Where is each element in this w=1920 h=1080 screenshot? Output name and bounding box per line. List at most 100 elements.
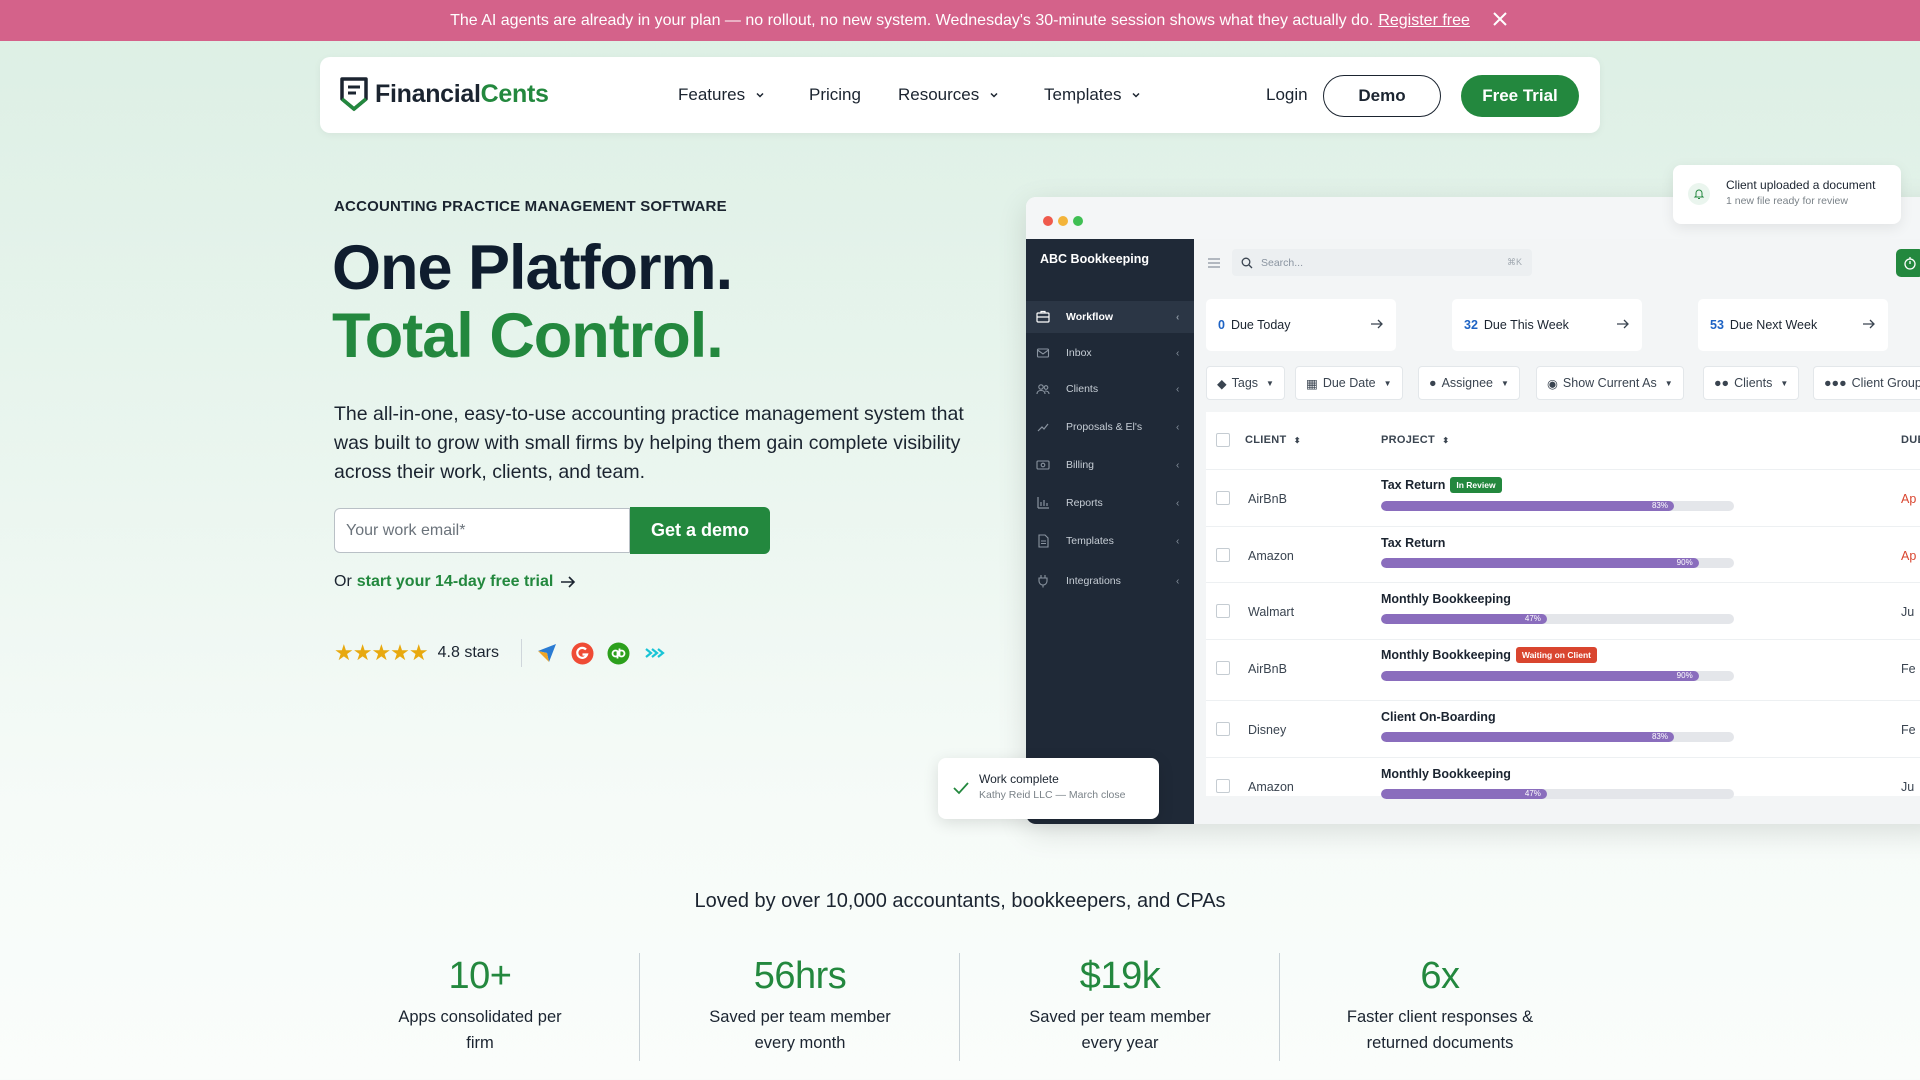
column-client[interactable]: CLIENT ⬍ <box>1245 434 1301 446</box>
client-name[interactable]: Amazon <box>1248 549 1294 563</box>
row-checkbox[interactable] <box>1216 548 1230 562</box>
group-icon: ●●● <box>1824 376 1847 390</box>
hamburger-menu-icon[interactable] <box>1207 257 1221 269</box>
filter-client-group[interactable]: ●●● Client Group <box>1813 366 1920 400</box>
arrow-right-icon <box>1617 319 1629 329</box>
column-due[interactable]: DUE <box>1901 434 1920 446</box>
client-name[interactable]: Amazon <box>1248 780 1294 794</box>
start-trial-link[interactable]: start your 14-day free trial <box>357 573 554 591</box>
nav-templates[interactable]: Templates <box>1044 85 1141 105</box>
g2-icon <box>571 642 594 665</box>
project-name[interactable]: Tax Return In Review <box>1381 477 1502 493</box>
select-all-checkbox[interactable] <box>1216 433 1230 447</box>
filter-show-current-as[interactable]: ◉ Show Current As ▼ <box>1536 366 1684 400</box>
progress-fill: 47% <box>1381 614 1547 624</box>
app-sidebar: ABC Bookkeeping Workflow ‹ Inbox ‹ Clients… <box>1026 239 1194 824</box>
sidebar-label: Templates <box>1066 535 1114 547</box>
client-name[interactable]: AirBnB <box>1248 662 1287 676</box>
social-proof-text: Loved by over 10,000 accountants, bookke… <box>694 890 1226 912</box>
row-checkbox[interactable] <box>1216 722 1230 736</box>
sidebar-item-templates[interactable]: Templates ‹ <box>1026 525 1194 557</box>
filter-tags[interactable]: ◆ Tags ▼ <box>1206 366 1285 400</box>
chevron-left-icon: ‹ <box>1176 421 1180 433</box>
sort-icon: ⬍ <box>1293 436 1301 445</box>
clients-icon <box>1036 384 1050 395</box>
stat-savings: $19k Saved per team member every year <box>960 955 1280 1056</box>
register-link[interactable]: Register free <box>1378 12 1470 30</box>
filter-assignee[interactable]: ● Assignee ▼ <box>1418 366 1520 400</box>
project-name[interactable]: Monthly Bookkeeping <box>1381 767 1511 781</box>
sidebar-item-proposals[interactable]: Proposals & El's ‹ <box>1026 411 1194 443</box>
sidebar-item-clients[interactable]: Clients ‹ <box>1026 373 1194 405</box>
notification-title: Client uploaded a document <box>1726 178 1876 192</box>
filter-label: Tags <box>1231 376 1259 390</box>
sidebar-label: Billing <box>1066 459 1095 471</box>
caret-down-icon: ▼ <box>1266 378 1274 388</box>
table-row[interactable]: Amazon Tax Return 90% Ap <box>1206 526 1920 582</box>
sidebar-item-inbox[interactable]: Inbox ‹ <box>1026 337 1194 369</box>
xero-arrows-icon <box>643 642 665 664</box>
project-name[interactable]: Monthly Bookkeeping <box>1381 592 1511 606</box>
app-search-input[interactable]: Search... ⌘K <box>1232 249 1532 276</box>
free-trial-button[interactable]: Free Trial <box>1461 75 1579 117</box>
sidebar-item-workflow[interactable]: Workflow ‹ <box>1026 301 1194 333</box>
nav-pricing[interactable]: Pricing <box>809 85 861 105</box>
row-checkbox[interactable] <box>1216 779 1230 793</box>
login-link[interactable]: Login <box>1266 85 1308 105</box>
project-title: Monthly Bookkeeping <box>1381 648 1511 662</box>
row-checkbox[interactable] <box>1216 661 1230 675</box>
project-name[interactable]: Client On-Boarding <box>1381 710 1496 724</box>
filter-label: Client Group <box>1851 376 1920 390</box>
work-complete-toast: Work complete Kathy Reid LLC — March clo… <box>938 758 1159 819</box>
due-today-card[interactable]: 0 Due Today <box>1206 299 1396 351</box>
row-checkbox[interactable] <box>1216 491 1230 505</box>
sidebar-label: Workflow <box>1066 311 1114 323</box>
due-next-week-card[interactable]: 53 Due Next Week <box>1698 299 1888 351</box>
get-demo-button[interactable]: Get a demo <box>630 507 770 554</box>
integrations-icon <box>1038 575 1048 588</box>
column-project-label: PROJECT <box>1381 434 1436 446</box>
app-preview-window: ABC Bookkeeping Workflow ‹ Inbox ‹ Clients… <box>1026 197 1920 824</box>
table-row[interactable]: Walmart Monthly Bookkeeping 47% Ju <box>1206 582 1920 639</box>
due-this-week-label: Due This Week <box>1483 318 1569 332</box>
progress-fill: 90% <box>1381 558 1699 568</box>
sidebar-item-billing[interactable]: Billing ‹ <box>1026 449 1194 481</box>
brand-name-dark: Financial <box>375 79 481 108</box>
sidebar-item-reports[interactable]: Reports ‹ <box>1026 487 1194 519</box>
table-row[interactable]: Amazon Monthly Bookkeeping 47% Ju <box>1206 757 1920 815</box>
table-row[interactable]: AirBnB Monthly Bookkeeping Waiting on Clie… <box>1206 639 1920 700</box>
project-title: Monthly Bookkeeping <box>1381 767 1511 781</box>
due-this-week-card[interactable]: 32 Due This Week <box>1452 299 1642 351</box>
chevron-left-icon: ‹ <box>1176 347 1180 359</box>
nav-resources[interactable]: Resources <box>898 85 999 105</box>
table-row[interactable]: AirBnB Tax Return In Review 83% Ap <box>1206 469 1920 526</box>
client-name[interactable]: Walmart <box>1248 605 1294 619</box>
quickbooks-icon <box>607 642 630 665</box>
chevron-left-icon: ‹ <box>1176 497 1180 509</box>
window-close-dot <box>1043 216 1053 226</box>
filter-due-date[interactable]: ▦ Due Date ▼ <box>1295 366 1403 400</box>
capterra-icon <box>536 642 558 664</box>
demo-button[interactable]: Demo <box>1323 75 1441 117</box>
progress-label: 47% <box>1524 614 1541 623</box>
row-checkbox[interactable] <box>1216 604 1230 618</box>
project-name[interactable]: Tax Return <box>1381 536 1445 550</box>
timer-button[interactable] <box>1896 249 1920 277</box>
nav-features[interactable]: Features <box>678 85 765 105</box>
close-icon[interactable] <box>1490 9 1510 29</box>
client-name[interactable]: Disney <box>1248 723 1286 737</box>
column-project[interactable]: PROJECT ⬍ <box>1381 434 1449 446</box>
financialcents-logo[interactable]: Financial Cents <box>339 76 549 112</box>
sidebar-item-integrations[interactable]: Integrations ‹ <box>1026 565 1194 597</box>
chevron-down-icon <box>990 92 998 98</box>
project-name[interactable]: Monthly Bookkeeping Waiting on Client <box>1381 647 1597 663</box>
progress-bar: 90% <box>1381 558 1734 568</box>
projects-table: CLIENT ⬍ PROJECT ⬍ DUE AirBnB Tax Return I… <box>1206 412 1920 799</box>
work-email-input[interactable] <box>334 508 630 553</box>
filter-clients[interactable]: ●● Clients ▼ <box>1703 366 1800 400</box>
stars-text: 4.8 stars <box>437 644 499 661</box>
client-name[interactable]: AirBnB <box>1248 492 1287 506</box>
progress-label: 83% <box>1651 732 1668 741</box>
due-date: Ap <box>1901 492 1917 506</box>
table-row[interactable]: Disney Client On-Boarding 83% Fe <box>1206 700 1920 757</box>
